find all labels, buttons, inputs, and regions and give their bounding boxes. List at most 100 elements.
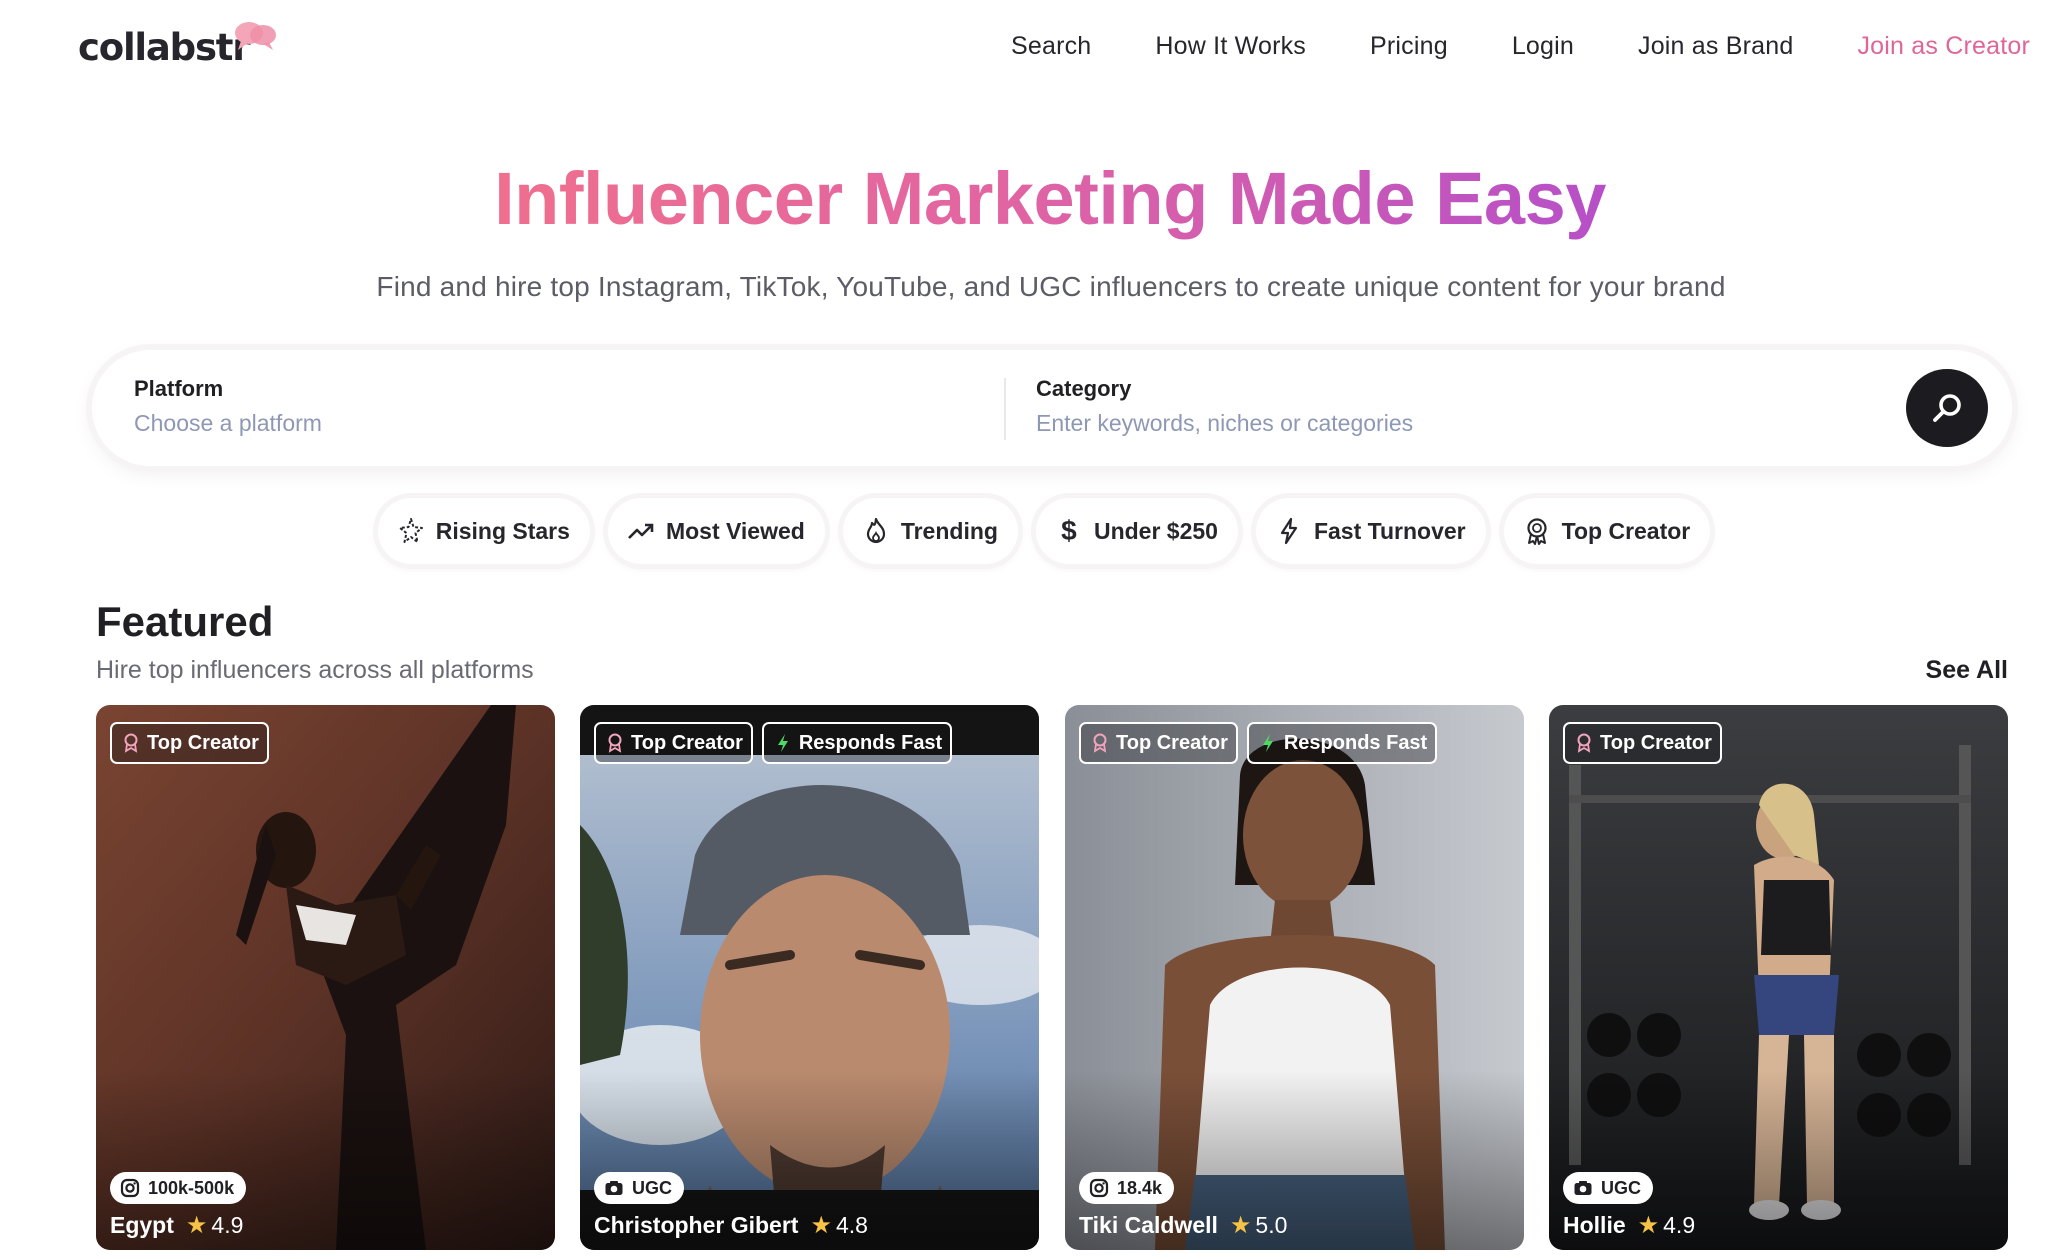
follower-count-pill: 18.4k [1079,1172,1175,1204]
award-icon [1522,516,1552,546]
badge-label: Top Creator [1600,731,1712,754]
creator-name: Christopher Gibert [594,1212,799,1238]
chip-label: Trending [900,517,998,544]
lightning-icon [1274,516,1304,546]
hero-title: Influencer Marketing Made Easy [0,156,2048,241]
badge-label: Top Creator [147,731,259,754]
chip-label: Under $250 [1093,517,1218,544]
nav-search[interactable]: Search [1011,28,1091,64]
search-divider [1004,378,1006,440]
chip-trending[interactable]: Trending [842,498,1018,564]
camera-icon [1574,1181,1592,1195]
search-button[interactable] [1906,369,1988,447]
card-badges: Top Creator Responds Fast [594,722,961,764]
see-all-link[interactable]: See All [1926,656,2008,685]
chip-label: Most Viewed [665,517,805,544]
camera-icon [605,1181,623,1195]
award-icon [122,732,140,754]
creator-rating: 5.0 [1255,1212,1288,1238]
chip-label: Rising Stars [435,517,570,544]
search-icon [1933,394,1961,422]
ugc-pill: UGC [1563,1172,1653,1204]
platform-input[interactable] [134,410,834,437]
nav-join-as-creator[interactable]: Join as Creator [1857,28,2030,64]
creator-card[interactable]: Top Creator Responds Fast 18.4k Tiki Cal… [1065,705,1524,1250]
chip-fast-turnover[interactable]: Fast Turnover [1255,498,1486,564]
chip-label: Fast Turnover [1313,517,1466,544]
badge-label: Top Creator [1116,731,1228,754]
chip-most-viewed[interactable]: Most Viewed [607,498,825,564]
card-badges: Top Creator [1563,722,1731,764]
speech-bubbles-icon [235,22,276,50]
responds-fast-badge: Responds Fast [1246,722,1438,764]
card-footer: Egypt ★ 4.9 [110,1211,243,1240]
creator-name: Egypt [110,1212,174,1238]
top-creator-badge: Top Creator [110,722,269,764]
main-nav: Search How It Works Pricing Login Join a… [947,28,2030,64]
badge-label: Responds Fast [798,731,943,754]
hero-title-text: Influencer Marketing Made Easy [494,157,1606,240]
lightning-icon [774,732,792,754]
creator-name: Tiki Caldwell [1079,1212,1218,1238]
chip-label: Top Creator [1561,517,1691,544]
creator-rating: 4.9 [211,1212,244,1238]
instagram-icon [120,1178,140,1198]
nav-join-as-brand[interactable]: Join as Brand [1638,28,1793,64]
hero-subtitle: Find and hire top Instagram, TikTok, You… [376,271,1726,302]
trending-up-icon [626,516,656,546]
creator-name: Hollie [1563,1212,1626,1238]
award-icon [606,732,624,754]
star-icon: ★ [1229,1212,1252,1239]
star-icon: ★ [185,1212,208,1239]
stat-text: UGC [632,1177,672,1198]
sparkle-icon [396,516,426,546]
top-creator-badge: Top Creator [594,722,753,764]
badge-label: Responds Fast [1283,731,1428,754]
creator-rating: 4.8 [835,1212,868,1238]
card-badges: Top Creator Responds Fast [1079,722,1446,764]
creator-card[interactable]: Top Creator 100k-500k Egypt ★ 4.9 [96,705,555,1250]
award-icon [1575,732,1593,754]
chip-top-creator[interactable]: Top Creator [1503,498,1711,564]
site-header: collabstr Search How It Works Pricing Lo… [0,0,2048,96]
card-footer: Christopher Gibert ★ 4.8 [594,1211,868,1240]
creator-card[interactable]: Top Creator Responds Fast UGC Christophe… [580,705,1039,1250]
award-icon [1091,732,1109,754]
nav-how-it-works[interactable]: How It Works [1155,28,1306,64]
nav-pricing[interactable]: Pricing [1370,28,1448,64]
card-footer: Hollie ★ 4.9 [1563,1211,1695,1240]
flame-icon [861,516,891,546]
category-field[interactable]: Category [1036,376,1736,437]
instagram-icon [1089,1178,1109,1198]
dollar-icon: $ [1061,515,1077,546]
chip-rising-stars[interactable]: Rising Stars [377,498,590,564]
featured-subtitle: Hire top influencers across all platform… [96,656,534,684]
card-footer: Tiki Caldwell ★ 5.0 [1079,1211,1287,1240]
stat-text: 100k-500k [148,1177,235,1198]
creator-card[interactable]: Top Creator UGC Hollie ★ 4.9 [1549,705,2008,1250]
category-input[interactable] [1036,410,1736,437]
brand-logo-text: collabstr [78,25,251,69]
badge-label: Top Creator [631,731,743,754]
brand-logo[interactable]: collabstr [78,22,276,72]
stat-text: UGC [1601,1177,1641,1198]
top-creator-badge: Top Creator [1563,722,1722,764]
star-icon: ★ [1637,1212,1660,1239]
featured-cards: Top Creator 100k-500k Egypt ★ 4.9 Top Cr… [96,705,2009,1250]
category-label: Category [1036,376,1132,401]
platform-field[interactable]: Platform [134,376,834,437]
card-badges: Top Creator [110,722,278,764]
filter-chips: Rising Stars Most Viewed Trending $ Unde… [0,498,2048,564]
nav-login[interactable]: Login [1512,28,1574,64]
platform-label: Platform [134,376,224,401]
top-creator-badge: Top Creator [1079,722,1238,764]
creator-rating: 4.9 [1663,1212,1696,1238]
search-bar: Platform Category [92,350,2012,466]
follower-count-pill: 100k-500k [110,1172,247,1204]
ugc-pill: UGC [594,1172,684,1204]
chip-under-250[interactable]: $ Under $250 [1035,498,1238,564]
responds-fast-badge: Responds Fast [761,722,953,764]
stat-text: 18.4k [1117,1177,1163,1198]
featured-title: Featured [96,598,274,645]
star-icon: ★ [810,1212,832,1239]
